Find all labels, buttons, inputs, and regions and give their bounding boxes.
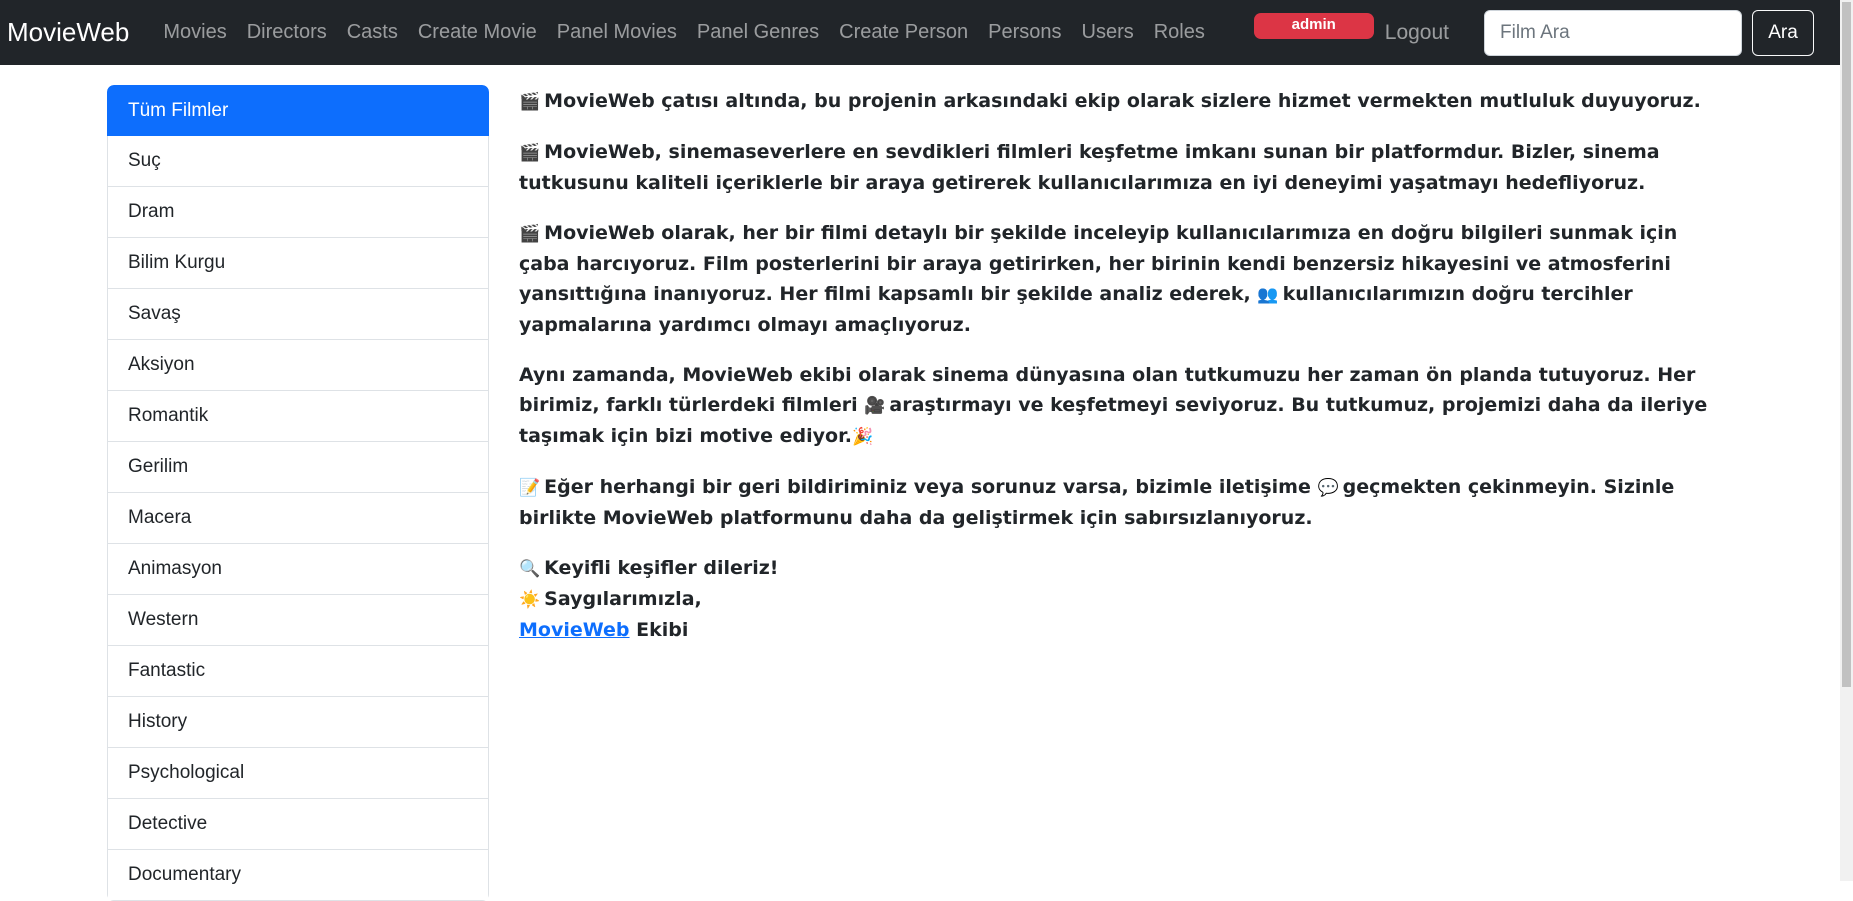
genre-item-gerilim[interactable]: Gerilim [107, 442, 489, 493]
nav-link-panel-genres[interactable]: Panel Genres [687, 21, 829, 44]
closing-line-2: ☀️ Saygılarımızla, [519, 584, 1734, 615]
film-search-input[interactable] [1484, 9, 1742, 56]
nav-link-create-person[interactable]: Create Person [829, 21, 978, 44]
magnifier-icon: 🔍 [519, 559, 541, 579]
search-button[interactable]: Ara [1752, 9, 1814, 56]
about-paragraph-5: 📝 Eğer herhangi bir geri bildiriminiz vey… [519, 472, 1734, 533]
sun-icon: ☀️ [519, 590, 541, 610]
genre-item-psychological[interactable]: Psychological [107, 748, 489, 799]
genre-item-detective[interactable]: Detective [107, 799, 489, 850]
film-camera-icon: 🎥 [864, 396, 886, 416]
memo-icon: 📝 [519, 478, 541, 498]
genre-sidebar: Tüm Filmler Suç Dram Bilim Kurgu Savaş A… [107, 85, 489, 901]
nav-right-group: admin Logout Ara [1253, 9, 1814, 56]
speech-bubble-icon: 💬 [1317, 478, 1339, 498]
nav-link-roles[interactable]: Roles [1144, 21, 1215, 44]
party-popper-icon: 🎉 [851, 427, 874, 447]
genre-item-macera[interactable]: Macera [107, 493, 489, 544]
admin-badge: admin [1253, 12, 1374, 39]
brand-logo-link[interactable]: MovieWeb [7, 17, 129, 48]
nav-link-casts[interactable]: Casts [337, 21, 408, 44]
genre-item-aksiyon[interactable]: Aksiyon [107, 340, 489, 391]
nav-link-users[interactable]: Users [1072, 21, 1144, 44]
scrollbar-thumb[interactable] [1842, 2, 1851, 687]
top-navbar: MovieWeb Movies Directors Casts Create M… [0, 0, 1840, 65]
logout-link[interactable]: Logout [1385, 21, 1449, 45]
clapper-icon: 🎬 [519, 92, 541, 112]
nav-link-movies[interactable]: Movies [153, 21, 236, 44]
about-content: 🎬 MovieWeb çatısı altında, bu projenin ar… [519, 86, 1734, 645]
movieweb-link[interactable]: MovieWeb [519, 619, 630, 641]
about-paragraph-4: Aynı zamanda, MovieWeb ekibi olarak sine… [519, 360, 1734, 452]
genre-item-romantik[interactable]: Romantik [107, 391, 489, 442]
genre-item-fantastic[interactable]: Fantastic [107, 646, 489, 697]
clapper-icon: 🎬 [519, 143, 541, 163]
about-paragraph-2: 🎬 MovieWeb, sinemaseverlere en sevdikleri… [519, 137, 1734, 198]
clapper-icon: 🎬 [519, 224, 541, 244]
closing-line-3: MovieWeb Ekibi [519, 619, 689, 641]
nav-links: Movies Directors Casts Create Movie Pane… [153, 21, 1215, 44]
about-paragraph-1: 🎬 MovieWeb çatısı altında, bu projenin ar… [519, 86, 1734, 117]
genre-item-suc[interactable]: Suç [107, 136, 489, 187]
nav-link-directors[interactable]: Directors [237, 21, 337, 44]
genre-item-dram[interactable]: Dram [107, 187, 489, 238]
nav-link-create-movie[interactable]: Create Movie [408, 21, 547, 44]
genre-item-documentary[interactable]: Documentary [107, 850, 489, 901]
about-paragraph-3: 🎬 MovieWeb olarak, her bir filmi detaylı … [519, 218, 1734, 340]
genre-item-history[interactable]: History [107, 697, 489, 748]
genre-item-animasyon[interactable]: Animasyon [107, 544, 489, 595]
nav-link-persons[interactable]: Persons [978, 21, 1071, 44]
genre-item-bilim-kurgu[interactable]: Bilim Kurgu [107, 238, 489, 289]
nav-link-panel-movies[interactable]: Panel Movies [547, 21, 687, 44]
closing-line-1: 🔍 Keyifli keşifler dileriz! [519, 553, 1734, 584]
genre-item-western[interactable]: Western [107, 595, 489, 646]
page-scrollbar[interactable] [1840, 0, 1853, 881]
people-icon: 👥 [1257, 285, 1279, 305]
genre-item-all[interactable]: Tüm Filmler [107, 85, 489, 136]
genre-item-savas[interactable]: Savaş [107, 289, 489, 340]
